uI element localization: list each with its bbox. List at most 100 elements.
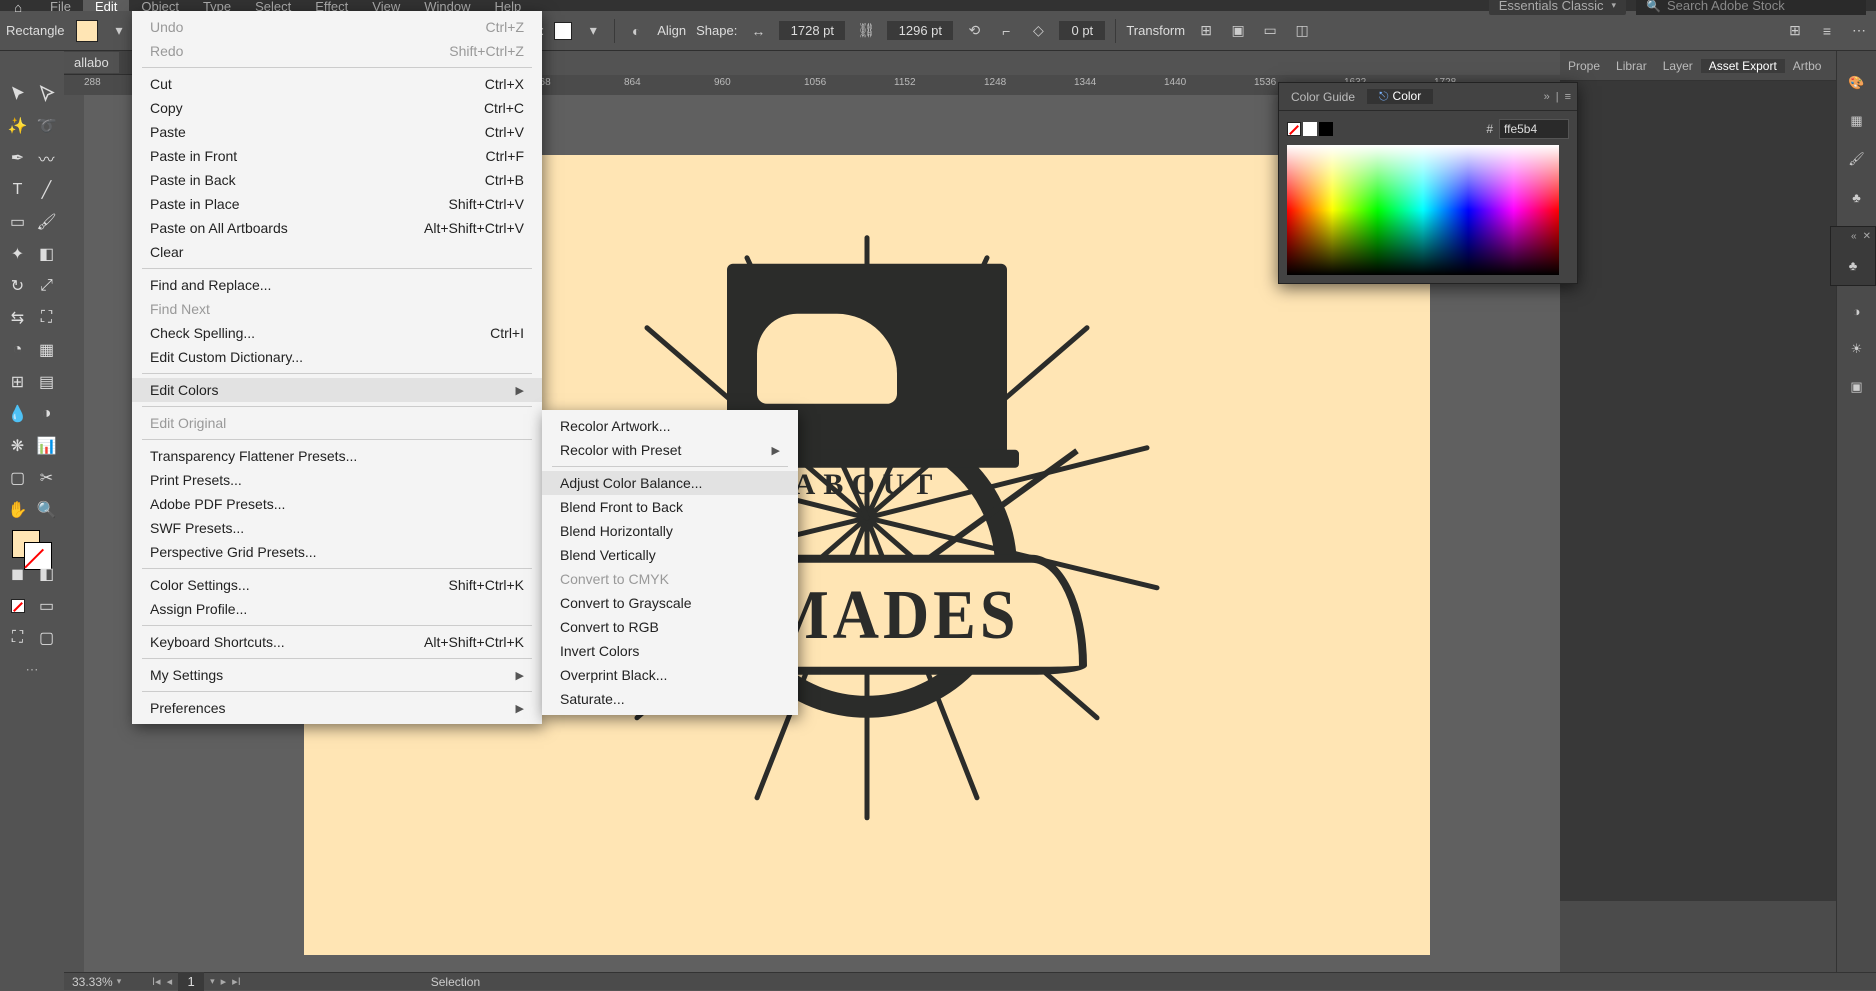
menu-item-blend-front-to-back[interactable]: Blend Front to Back xyxy=(542,495,798,519)
gradient-tool[interactable]: ▤ xyxy=(33,367,60,397)
home-icon[interactable]: ⌂ xyxy=(8,0,28,11)
menu-item-swf-presets[interactable]: SWF Presets... xyxy=(132,516,542,540)
shape-panel-label[interactable]: Shape: xyxy=(696,23,737,38)
fill-swatch[interactable] xyxy=(76,20,98,42)
menu-item-overprint-black[interactable]: Overprint Black... xyxy=(542,663,798,687)
workspace-switcher[interactable]: Essentials Classic▾ xyxy=(1489,0,1626,15)
search-adobe-stock[interactable]: 🔍 Search Adobe Stock xyxy=(1636,0,1866,15)
panel-tab-layer[interactable]: Layer xyxy=(1655,59,1701,73)
edit-contents-icon[interactable]: ◫ xyxy=(1291,20,1313,42)
color-panel-icon[interactable]: 🎨 xyxy=(1845,71,1869,95)
mesh-tool[interactable]: ⊞ xyxy=(4,367,31,397)
transform-label[interactable]: Transform xyxy=(1126,23,1185,38)
graphic-style-swatch[interactable] xyxy=(554,22,572,40)
menu-item-edit-colors[interactable]: Edit Colors▶ xyxy=(132,378,542,402)
eyedropper-tool[interactable]: 💧 xyxy=(4,399,31,429)
menu-item-print-presets[interactable]: Print Presets... xyxy=(132,468,542,492)
menu-item-cut[interactable]: CutCtrl+X xyxy=(132,72,542,96)
transparency-panel-icon[interactable]: ◑ xyxy=(1845,299,1869,323)
overflow-icon[interactable]: ⋯ xyxy=(1848,20,1870,42)
menu-item-keyboard-shortcuts[interactable]: Keyboard Shortcuts...Alt+Shift+Ctrl+K xyxy=(132,630,542,654)
edit-toolbar[interactable]: ⋯ xyxy=(4,655,60,685)
graphic-styles-panel-icon[interactable]: ▣ xyxy=(1845,375,1869,399)
collapse-icon[interactable]: « xyxy=(1851,231,1857,242)
corner-type-icon[interactable]: ⌐ xyxy=(995,20,1017,42)
menu-item-transparency-flattener-presets[interactable]: Transparency Flattener Presets... xyxy=(132,444,542,468)
transform-each-icon[interactable]: ⊞ xyxy=(1195,20,1217,42)
eraser-tool[interactable]: ◧ xyxy=(33,239,60,269)
screen-mode[interactable]: ⛶ xyxy=(4,623,31,653)
menu-item-paste-in-place[interactable]: Paste in PlaceShift+Ctrl+V xyxy=(132,192,542,216)
artboard-tool[interactable]: ▢ xyxy=(4,463,31,493)
panel-tab-asset export[interactable]: Asset Export xyxy=(1701,59,1785,73)
menu-item-saturate[interactable]: Saturate... xyxy=(542,687,798,711)
menu-item-paste[interactable]: PasteCtrl+V xyxy=(132,120,542,144)
first-artboard-icon[interactable]: I◂ xyxy=(152,975,161,988)
corner-link-icon[interactable]: ◇ xyxy=(1027,20,1049,42)
menu-select[interactable]: Select xyxy=(243,0,303,11)
artboard-nav[interactable]: I◂ ◂ 1 ▾ ▸ ▸I xyxy=(152,972,241,991)
arrange-docs-icon[interactable]: ⊞ xyxy=(1784,20,1806,42)
symbol-sprayer-tool[interactable]: ❋ xyxy=(4,431,31,461)
pen-tool[interactable]: ✒ xyxy=(4,143,31,173)
type-tool[interactable]: T xyxy=(4,175,31,205)
menu-item-preferences[interactable]: Preferences▶ xyxy=(132,696,542,720)
symbol-thumb[interactable]: ♣ xyxy=(1831,245,1875,285)
menu-edit[interactable]: Edit xyxy=(83,0,129,11)
shape-height[interactable]: 1296 pt xyxy=(887,21,953,40)
menu-item-perspective-grid-presets[interactable]: Perspective Grid Presets... xyxy=(132,540,542,564)
white-swatch-icon[interactable] xyxy=(1303,122,1317,136)
menu-object[interactable]: Object xyxy=(129,0,191,11)
menu-item-clear[interactable]: Clear xyxy=(132,240,542,264)
artboard-number[interactable]: 1 xyxy=(178,972,204,991)
menu-item-adjust-color-balance[interactable]: Adjust Color Balance... xyxy=(542,471,798,495)
direct-selection-tool[interactable] xyxy=(33,79,60,109)
gpu-preview-icon[interactable]: ≡ xyxy=(1816,20,1838,42)
isolate-icon[interactable]: ▣ xyxy=(1227,20,1249,42)
none-mode[interactable] xyxy=(4,591,31,621)
menu-item-edit-custom-dictionary[interactable]: Edit Custom Dictionary... xyxy=(132,345,542,369)
zoom-tool[interactable]: 🔍 xyxy=(33,495,60,525)
slice-tool[interactable]: ✂ xyxy=(33,463,60,493)
change-screen[interactable]: ▢ xyxy=(33,623,60,653)
lasso-tool[interactable]: ➰ xyxy=(33,111,60,141)
menu-item-paste-on-all-artboards[interactable]: Paste on All ArtboardsAlt+Shift+Ctrl+V xyxy=(132,216,542,240)
style-dropdown[interactable]: ▾ xyxy=(582,20,604,42)
menu-item-blend-horizontally[interactable]: Blend Horizontally xyxy=(542,519,798,543)
scale-tool[interactable]: ⤢ xyxy=(33,271,60,301)
shaper-tool[interactable]: ✦ xyxy=(4,239,31,269)
link-wh-icon[interactable]: ⛓ xyxy=(855,20,877,42)
curvature-tool[interactable]: 〰 xyxy=(33,143,60,173)
menu-item-convert-to-rgb[interactable]: Convert to RGB xyxy=(542,615,798,639)
menu-view[interactable]: View xyxy=(360,0,412,11)
menu-effect[interactable]: Effect xyxy=(303,0,360,11)
panel-menu-icon[interactable]: ≡ xyxy=(1565,91,1571,103)
menu-item-recolor-artwork[interactable]: Recolor Artwork... xyxy=(542,414,798,438)
menu-item-convert-to-grayscale[interactable]: Convert to Grayscale xyxy=(542,591,798,615)
symbols-panel-icon[interactable]: ♣ xyxy=(1845,185,1869,209)
none-swatch-icon[interactable] xyxy=(1287,122,1301,136)
paintbrush-tool[interactable]: 🖌 xyxy=(33,207,60,237)
line-segment-tool[interactable]: ╱ xyxy=(33,175,60,205)
menu-window[interactable]: Window xyxy=(412,0,482,11)
align-label[interactable]: Align xyxy=(657,23,686,38)
shape-builder-tool[interactable]: ◔ xyxy=(4,335,31,365)
menu-item-my-settings[interactable]: My Settings▶ xyxy=(132,663,542,687)
menu-item-paste-in-front[interactable]: Paste in FrontCtrl+F xyxy=(132,144,542,168)
document-tab[interactable]: allabo xyxy=(64,52,119,73)
menu-item-copy[interactable]: CopyCtrl+C xyxy=(132,96,542,120)
expand-panel-icon[interactable]: » xyxy=(1544,91,1550,103)
hand-tool[interactable]: ✋ xyxy=(4,495,31,525)
recolor-icon[interactable]: ◐ xyxy=(625,20,647,42)
color-guide-tab[interactable]: Color Guide xyxy=(1279,90,1367,104)
menu-item-adobe-pdf-presets[interactable]: Adobe PDF Presets... xyxy=(132,492,542,516)
menu-help[interactable]: Help xyxy=(482,0,533,11)
menu-item-check-spelling[interactable]: Check Spelling...Ctrl+I xyxy=(132,321,542,345)
menu-item-find-and-replace[interactable]: Find and Replace... xyxy=(132,273,542,297)
close-icon[interactable]: ✕ xyxy=(1863,231,1871,242)
rectangle-tool[interactable]: ▭ xyxy=(4,207,31,237)
last-artboard-icon[interactable]: ▸I xyxy=(232,975,241,988)
corner-radius[interactable]: 0 pt xyxy=(1059,21,1105,40)
rotate-tool[interactable]: ↻ xyxy=(4,271,31,301)
brushes-panel-icon[interactable]: 🖌 xyxy=(1845,147,1869,171)
